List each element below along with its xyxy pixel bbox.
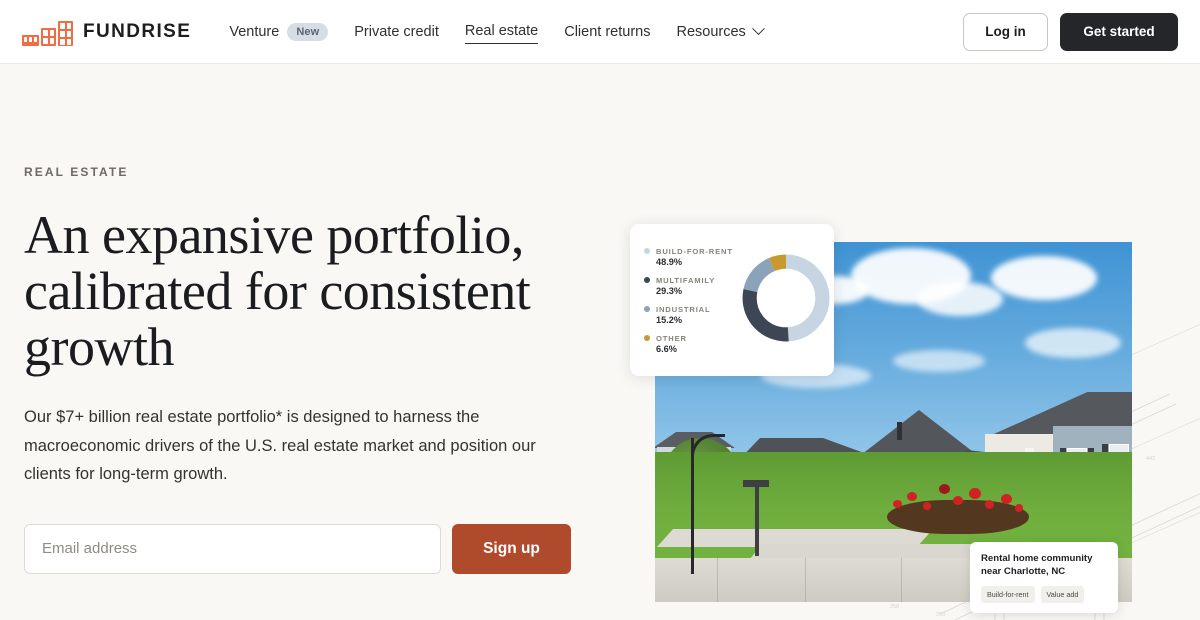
svg-text:442: 442: [1146, 456, 1155, 462]
nav-label-client-returns: Client returns: [564, 23, 651, 40]
hero-visual: 416417418 426422423 427268265 264263267 …: [630, 64, 1200, 620]
brand-logo[interactable]: FUNDRISE: [22, 18, 191, 46]
photo-caption-tags: Build-for-rent Value add: [981, 586, 1107, 604]
allocation-donut-chart: [738, 250, 834, 351]
legend-label-build-for-rent: BUILD-FOR-RENT: [656, 246, 733, 256]
legend-label-multifamily: MULTIFAMILY: [656, 275, 716, 285]
legend-label-other: OTHER: [656, 333, 687, 343]
legend-swatch-industrial: [644, 306, 650, 312]
legend-value-multifamily: 29.3%: [656, 285, 683, 296]
signup-form: Sign up: [24, 523, 604, 574]
site-header: FUNDRISE Venture New Private credit Real…: [0, 0, 1200, 64]
brand-wordmark: FUNDRISE: [83, 20, 192, 42]
legend-swatch-multifamily: [644, 277, 650, 283]
nav-label-venture: Venture: [229, 23, 280, 40]
nav-item-venture[interactable]: Venture New: [229, 19, 329, 45]
flower-bed: [883, 478, 1033, 522]
legend-swatch-other: [644, 335, 650, 341]
photo-caption-title: Rental home community near Charlotte, NC: [981, 553, 1093, 577]
mailbox-post: [755, 482, 759, 556]
chart-legend: BUILD-FOR-RENT 48.9% MULTIFAMILY 29.3% I…: [644, 247, 736, 354]
fundrise-buildings-icon: [22, 18, 73, 46]
hero-eyebrow: REAL ESTATE: [24, 165, 129, 179]
nav-label-resources: Resources: [676, 23, 746, 40]
nav-item-real-estate[interactable]: Real estate: [464, 19, 539, 44]
legend-item-multifamily: MULTIFAMILY 29.3%: [644, 276, 736, 296]
chevron-down-icon: [751, 22, 765, 36]
tag-value-add: Value add: [1040, 586, 1085, 604]
header-actions: Log in Get started: [963, 12, 1178, 51]
new-badge: New: [287, 22, 329, 41]
nav-label-real-estate: Real estate: [464, 23, 539, 39]
svg-text:258: 258: [890, 604, 899, 610]
nav-item-resources[interactable]: Resources: [676, 20, 765, 44]
nav-item-private-credit[interactable]: Private credit: [354, 20, 439, 44]
hero-section: REAL ESTATE An expansive portfolio, cali…: [0, 64, 1200, 620]
nav-item-client-returns[interactable]: Client returns: [564, 20, 650, 44]
portfolio-allocation-card: BUILD-FOR-RENT 48.9% MULTIFAMILY 29.3% I…: [630, 224, 834, 376]
legend-value-build-for-rent: 48.9%: [656, 256, 683, 267]
sign-up-button[interactable]: Sign up: [452, 523, 571, 574]
legend-value-industrial: 15.2%: [656, 314, 683, 325]
legend-item-industrial: INDUSTRIAL 15.2%: [644, 305, 736, 325]
get-started-button[interactable]: Get started: [1060, 12, 1178, 51]
primary-nav: Venture New Private credit Real estate C…: [229, 19, 963, 45]
nav-label-private-credit: Private credit: [354, 23, 439, 40]
legend-swatch-build-for-rent: [644, 248, 650, 254]
mailbox: [743, 480, 769, 487]
legend-label-industrial: INDUSTRIAL: [656, 304, 711, 314]
email-field[interactable]: [24, 523, 441, 574]
hero-copy: REAL ESTATE An expansive portfolio, cali…: [24, 165, 604, 574]
legend-item-build-for-rent: BUILD-FOR-RENT 48.9%: [644, 247, 736, 267]
photo-caption-card: Rental home community near Charlotte, NC…: [970, 542, 1118, 614]
page-title: An expansive portfolio, calibrated for c…: [24, 205, 531, 378]
hero-subcopy: Our $7+ billion real estate portfolio* i…: [24, 408, 536, 484]
legend-value-other: 6.6%: [656, 343, 677, 354]
tag-build-for-rent: Build-for-rent: [981, 586, 1035, 604]
legend-item-other: OTHER 6.6%: [644, 334, 736, 354]
login-button[interactable]: Log in: [963, 12, 1048, 51]
svg-text:259: 259: [936, 612, 945, 618]
